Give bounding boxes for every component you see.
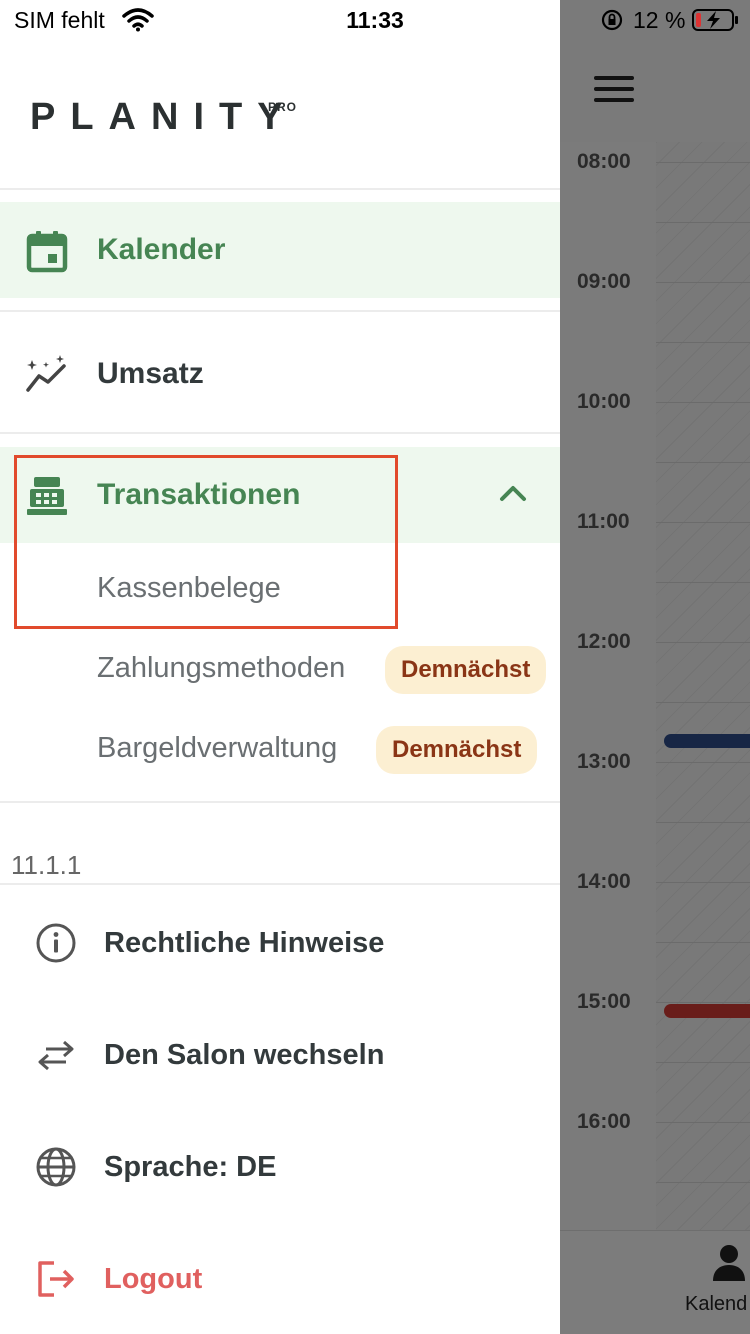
logout-icon bbox=[38, 1261, 74, 1297]
chevron-up-icon[interactable] bbox=[496, 477, 530, 511]
footer-label: Logout bbox=[104, 1263, 203, 1295]
rotation-lock-icon bbox=[601, 9, 623, 31]
coming-soon-badge: Demnächst bbox=[376, 726, 538, 774]
divider bbox=[0, 432, 560, 434]
calendar-icon bbox=[26, 231, 68, 273]
logo-pro-label: PRO bbox=[268, 100, 298, 114]
footer-label: Sprache: DE bbox=[104, 1151, 277, 1183]
logout-button[interactable]: Logout bbox=[0, 1237, 560, 1321]
battery-percentage: 12 % bbox=[633, 7, 686, 33]
highlight-annotation-box bbox=[14, 455, 398, 629]
menu-item-kalender[interactable]: Kalender bbox=[0, 202, 560, 298]
planity-logo: PLANITY bbox=[30, 96, 298, 138]
navigation-drawer: PLANITY PRO Kalender Umsatz Transaktione… bbox=[0, 0, 560, 1334]
submenu-item-zahlungsmethoden[interactable]: Zahlungsmethoden bbox=[97, 652, 345, 685]
coming-soon-badge: Demnächst bbox=[385, 646, 547, 694]
menu-item-language[interactable]: Sprache: DE bbox=[0, 1125, 560, 1209]
footer-label: Rechtliche Hinweise bbox=[104, 927, 385, 959]
globe-icon bbox=[36, 1147, 76, 1187]
menu-item-umsatz[interactable]: Umsatz bbox=[0, 326, 560, 422]
app-version: 11.1.1 bbox=[11, 850, 82, 880]
status-bar: SIM fehlt 11:33 12 % bbox=[0, 0, 750, 40]
divider bbox=[0, 801, 560, 803]
sparkle-chart-icon bbox=[26, 355, 66, 392]
menu-item-switch-salon[interactable]: Den Salon wechseln bbox=[0, 1013, 560, 1097]
swap-arrows-icon bbox=[38, 1040, 74, 1071]
divider bbox=[0, 310, 560, 312]
info-icon bbox=[36, 923, 76, 963]
footer-label: Den Salon wechseln bbox=[104, 1039, 385, 1071]
submenu-item-bargeldverwaltung[interactable]: Bargeldverwaltung bbox=[97, 732, 337, 765]
battery-charging-icon bbox=[692, 9, 738, 31]
menu-label: Kalender bbox=[97, 233, 226, 266]
divider bbox=[0, 883, 560, 885]
divider bbox=[0, 188, 560, 190]
menu-label: Umsatz bbox=[97, 357, 204, 390]
menu-item-legal[interactable]: Rechtliche Hinweise bbox=[0, 901, 560, 985]
